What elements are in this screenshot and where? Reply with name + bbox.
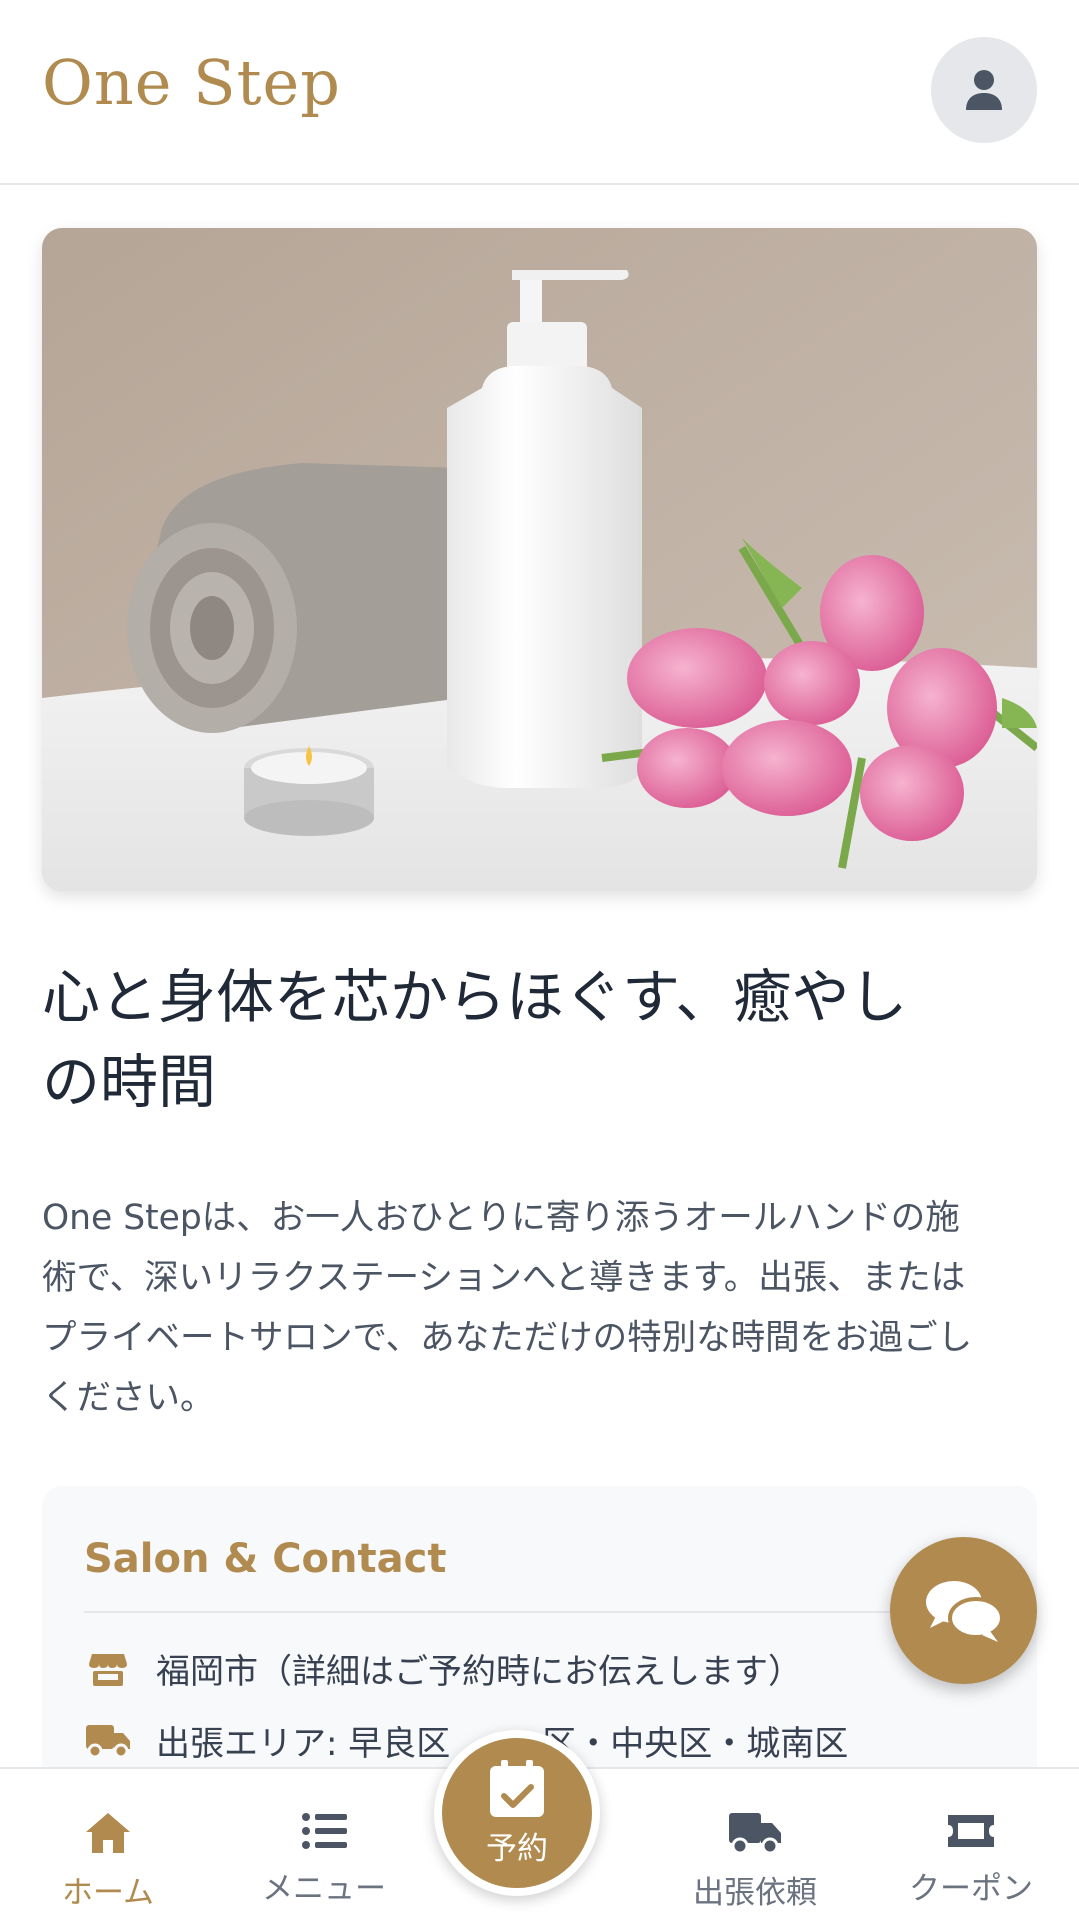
nav-label: メニュー [262,1871,386,1907]
truck-icon [84,1717,132,1765]
headline-line-1: 心と身体を芯からほぐす、癒やし [42,963,908,1031]
hero-image [42,228,1037,891]
intro-line: One Stepは、お一人おひとりに寄り添うオールハンドの施 [42,1198,960,1238]
nav-label: 予約 [486,1830,548,1867]
brand-logo[interactable]: One Step [42,46,341,119]
reserve-button[interactable]: 予約 [434,1730,600,1896]
contact-divider [84,1611,997,1613]
list-icon [302,1813,347,1849]
nav-item-menu[interactable]: メニュー [224,1769,424,1932]
nav-label: ホーム [61,1875,155,1911]
headline-line-2: の時間 [42,1048,217,1116]
intro-paragraph: One Stepは、お一人おひとりに寄り添うオールハンドの施 術で、深いリラクス… [42,1188,1037,1428]
contact-title: Salon & Contact [84,1536,447,1582]
profile-button[interactable] [931,37,1037,143]
contact-area-suffix: 区・中央区・城南区 [542,1724,849,1764]
intro-line: 術で、深いリラクステーションへと導きます。出張、または [42,1258,966,1298]
truck-icon [729,1813,781,1855]
contact-location-row: 福岡市（詳細はご予約時にお伝えします） [84,1644,802,1693]
nav-label: 出張依頼 [693,1875,817,1911]
chat-button[interactable] [890,1537,1037,1684]
nav-item-coupon[interactable]: クーポン [871,1769,1071,1932]
nav-item-home[interactable]: ホーム [8,1769,208,1932]
store-icon [84,1645,132,1693]
app-header: One Step [0,0,1079,185]
home-icon [86,1813,130,1853]
intro-line: ください。 [42,1378,215,1418]
ticket-icon [948,1815,994,1847]
page-headline: 心と身体を芯からほぐす、癒やし の時間 [42,955,1002,1125]
calendar-check-icon [490,1759,544,1817]
contact-area-prefix: 出張エリア: 早良区 [156,1724,451,1764]
contact-location-text: 福岡市（詳細はご予約時にお伝えします） [156,1652,802,1692]
intro-line: プライベートサロンで、あなただけの特別な時間をお過ごし [42,1318,973,1358]
nav-label: クーポン [909,1871,1033,1907]
nav-item-dispatch[interactable]: 出張依頼 [655,1769,855,1932]
user-icon [966,70,1002,110]
chat-bubbles-icon [925,1580,1004,1642]
